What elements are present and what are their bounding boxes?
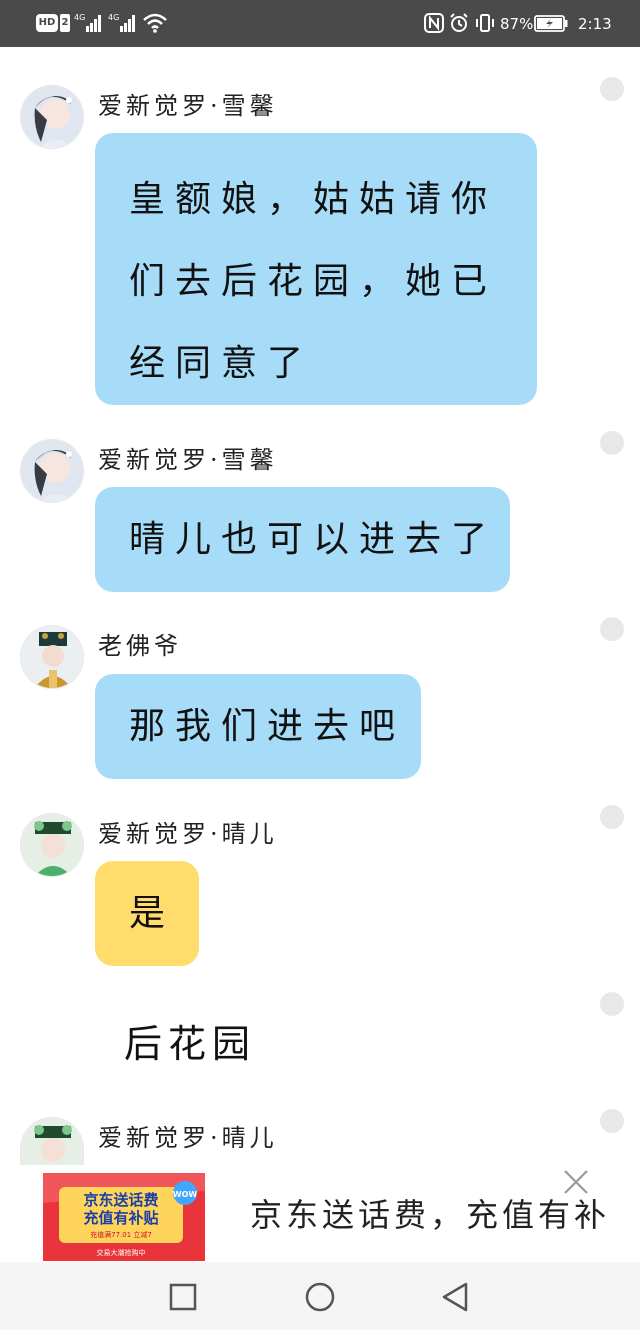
sender-name: 爱新觉罗·雪馨	[98, 446, 278, 474]
sender-name: 老佛爷	[98, 632, 182, 660]
close-icon[interactable]	[561, 1167, 591, 1197]
message-bubble[interactable]: 那我们进去吧	[95, 674, 421, 779]
recent-apps-icon[interactable]	[165, 1279, 201, 1315]
message-text-line: 皇额娘，姑姑请你	[129, 179, 498, 220]
select-radio[interactable]	[600, 617, 624, 641]
signal-label: 4G	[108, 13, 119, 22]
signal-icon: 4G	[108, 13, 135, 32]
clock: 2:13	[578, 15, 612, 33]
message-text-line: 经同意了	[129, 343, 314, 384]
signal-label: 4G	[74, 13, 85, 22]
back-icon[interactable]	[438, 1279, 474, 1315]
select-radio[interactable]	[600, 431, 624, 455]
home-icon[interactable]	[302, 1279, 338, 1315]
ad-image-sub: 充值满77.01 立减7	[90, 1230, 152, 1239]
status-bar: HD 2 4G 4G 87% 2:13	[0, 0, 640, 47]
chat-list[interactable]: 爱新觉罗·雪馨 皇额娘，姑姑请你 们去后花园，她已 经同意了 爱新觉罗·雪馨 晴…	[0, 47, 640, 1167]
avatar-qinger[interactable]	[20, 1117, 84, 1165]
message-text-line: 那我们进去吧	[129, 706, 406, 747]
vibrate-icon	[476, 14, 494, 32]
select-radio[interactable]	[600, 992, 624, 1016]
ad-image-subtitle: 充值有补贴	[83, 1209, 158, 1227]
ad-text[interactable]: 京东送话费，充值有补	[250, 1195, 610, 1235]
battery-percent: 87%	[500, 15, 534, 33]
alarm-icon	[450, 13, 468, 32]
avatar-xuexin[interactable]	[20, 439, 84, 503]
nfc-icon	[424, 13, 444, 33]
ad-image-title: 京东送话费	[83, 1191, 158, 1209]
hd-badge: HD	[36, 14, 58, 32]
ad-image[interactable]: 京东送话费 充值有补贴 充值满77.01 立减7 WOW 交易大潮抢购中	[43, 1173, 205, 1261]
message-bubble[interactable]: 皇额娘，姑姑请你 们去后花园，她已 经同意了	[95, 133, 537, 405]
select-radio[interactable]	[600, 1109, 624, 1133]
ad-image-footer: 交易大潮抢购中	[97, 1248, 146, 1257]
wifi-icon	[143, 13, 167, 33]
message-bubble[interactable]: 晴儿也可以进去了	[95, 487, 510, 592]
signal-icon: 4G	[74, 13, 101, 32]
sender-name: 爱新觉罗·晴儿	[98, 820, 278, 848]
sender-name: 爱新觉罗·雪馨	[98, 92, 278, 120]
sender-name: 爱新觉罗·晴儿	[98, 1124, 278, 1152]
message-text-line: 是	[129, 893, 176, 934]
select-radio[interactable]	[600, 77, 624, 101]
battery-icon	[534, 15, 568, 32]
message-text-line: 晴儿也可以进去了	[129, 519, 498, 560]
select-radio[interactable]	[600, 805, 624, 829]
ad-image-badge: WOW	[173, 1190, 198, 1199]
hd-sim-number: 2	[60, 14, 70, 32]
avatar-xuexin[interactable]	[20, 85, 84, 149]
ad-banner[interactable]: 京东送话费 充值有补贴 充值满77.01 立减7 WOW 交易大潮抢购中 京东送…	[0, 1165, 640, 1262]
navigation-bar	[0, 1262, 640, 1330]
scene-text[interactable]: 后花园	[124, 1019, 256, 1069]
message-text-line: 们去后花园，她已	[129, 261, 498, 302]
avatar-qinger[interactable]	[20, 813, 84, 877]
avatar-laofoye[interactable]	[20, 625, 84, 689]
message-bubble[interactable]: 是	[95, 861, 199, 966]
